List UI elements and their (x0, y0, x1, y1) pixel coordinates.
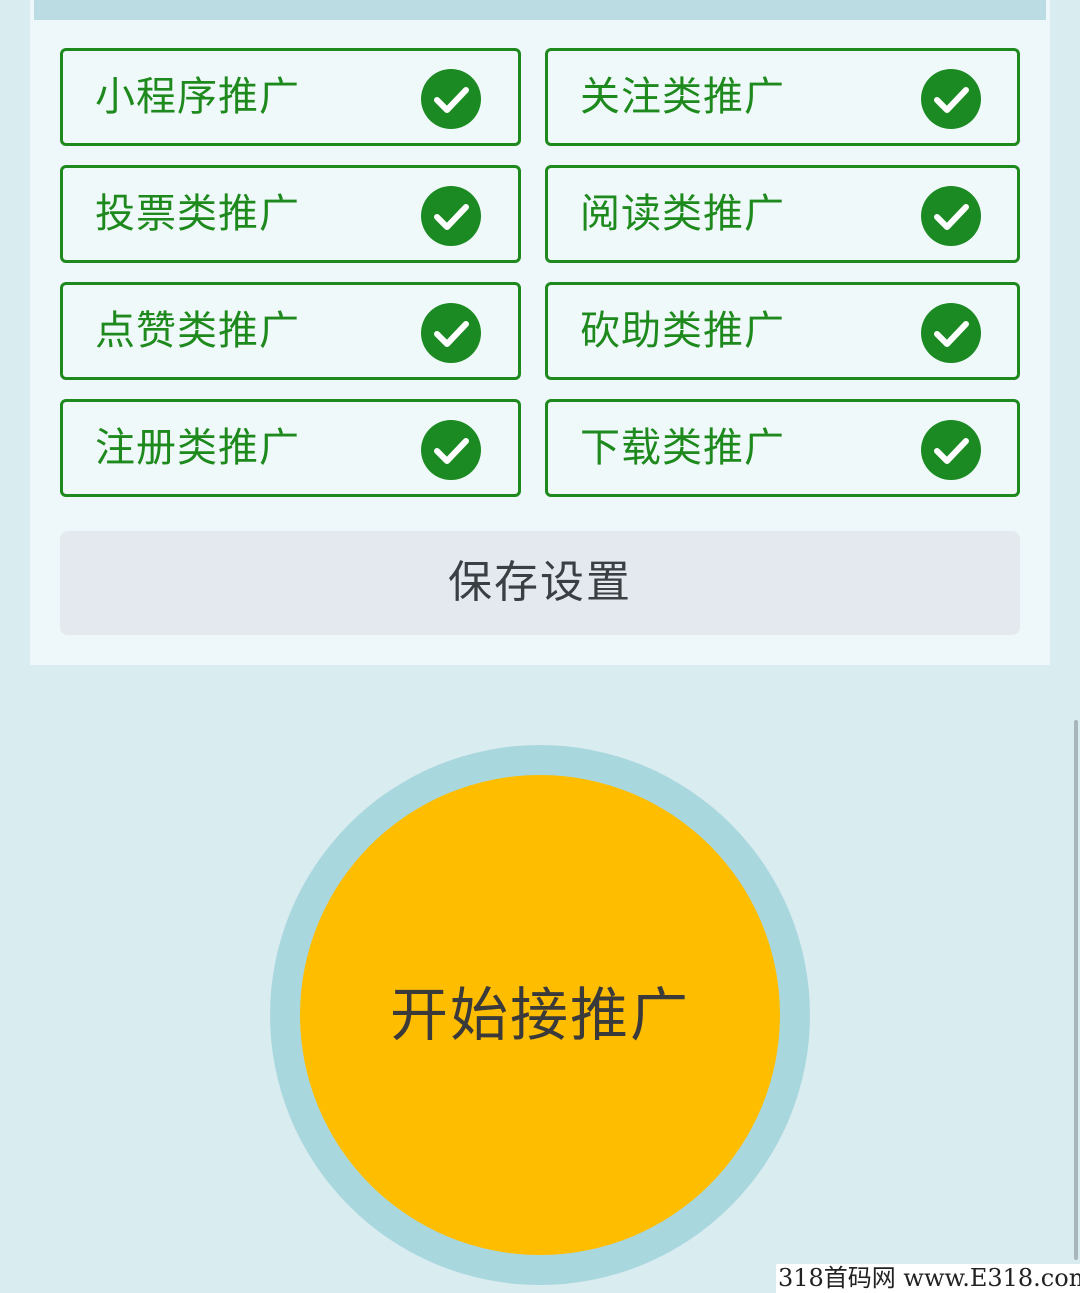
option-label: 点赞类推广 (95, 308, 300, 354)
option-label: 小程序推广 (95, 74, 300, 120)
option-bargain-help[interactable]: 砍助类推广 (545, 282, 1020, 380)
check-circle-icon (421, 303, 481, 363)
check-circle-icon (421, 186, 481, 246)
check-circle-icon (921, 186, 981, 246)
option-label: 砍助类推广 (580, 308, 785, 354)
option-label: 阅读类推广 (580, 191, 785, 237)
check-circle-icon (421, 420, 481, 480)
option-label: 投票类推广 (95, 191, 300, 237)
option-mini-program[interactable]: 小程序推广 (60, 48, 521, 146)
option-follow[interactable]: 关注类推广 (545, 48, 1020, 146)
start-promotion-button[interactable]: 开始接推广 (300, 775, 780, 1255)
scrollbar[interactable] (1074, 720, 1078, 1260)
option-read[interactable]: 阅读类推广 (545, 165, 1020, 263)
watermark-text: 318首码网 www.E318.com (776, 1264, 1080, 1293)
check-circle-icon (921, 69, 981, 129)
check-circle-icon (421, 69, 481, 129)
option-vote[interactable]: 投票类推广 (60, 165, 521, 263)
check-circle-icon (921, 303, 981, 363)
panel-top-bar (34, 0, 1046, 20)
option-download[interactable]: 下载类推广 (545, 399, 1020, 497)
save-settings-button[interactable]: 保存设置 (60, 531, 1020, 635)
option-register[interactable]: 注册类推广 (60, 399, 521, 497)
option-label: 下载类推广 (580, 425, 785, 471)
option-label: 注册类推广 (95, 425, 300, 471)
option-like[interactable]: 点赞类推广 (60, 282, 521, 380)
option-label: 关注类推广 (580, 74, 785, 120)
check-circle-icon (921, 420, 981, 480)
